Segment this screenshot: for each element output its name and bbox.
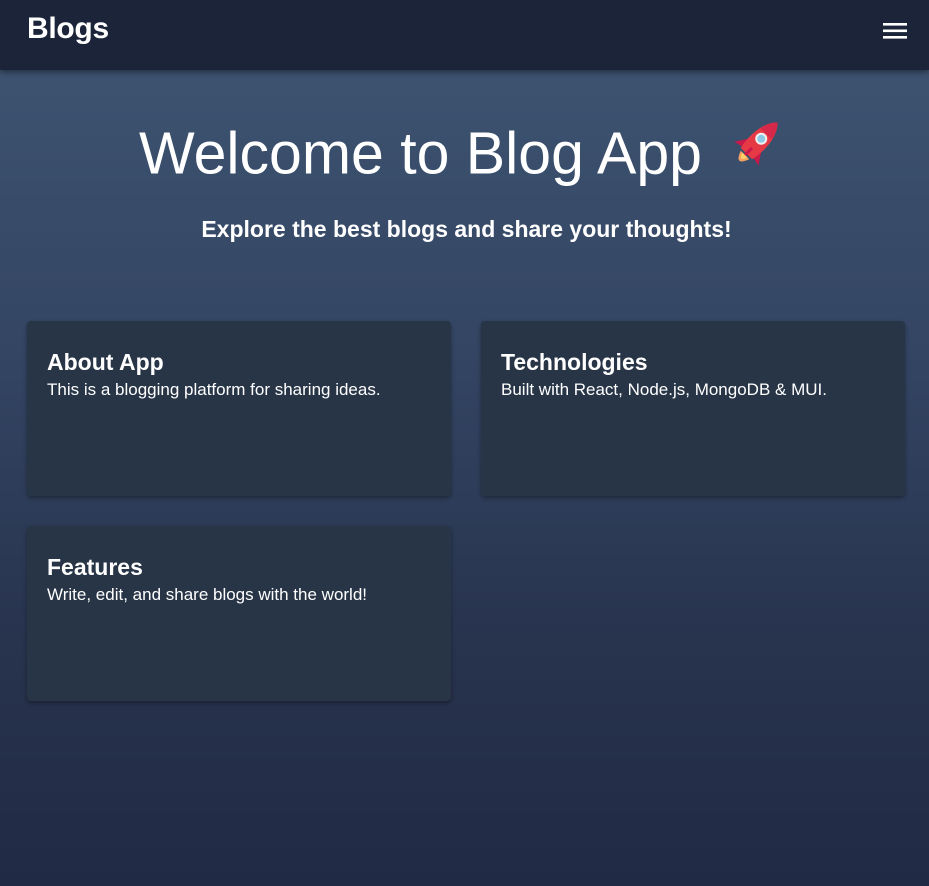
rocket-icon xyxy=(724,110,790,190)
hero-title: Welcome to Blog App xyxy=(0,118,929,198)
menu-button[interactable] xyxy=(876,16,914,46)
card-description: Write, edit, and share blogs with the wo… xyxy=(47,585,368,604)
hero-subtitle: Explore the best blogs and share your th… xyxy=(201,216,732,242)
hamburger-menu-icon xyxy=(883,23,907,39)
card-features: Features Write, edit, and share blogs wi… xyxy=(27,526,451,701)
card-about-app: About App This is a blogging platform fo… xyxy=(27,321,451,496)
card-description: This is a blogging platform for sharing … xyxy=(47,380,381,399)
card-title: Features xyxy=(47,554,143,580)
app-bar: Blogs xyxy=(0,0,929,70)
card-title: About App xyxy=(47,349,164,375)
brand-title[interactable]: Blogs xyxy=(27,12,109,46)
card-technologies: Technologies Built with React, Node.js, … xyxy=(481,321,905,496)
card-title: Technologies xyxy=(501,349,648,375)
hero-title-text: Welcome to Blog App xyxy=(138,120,702,187)
card-description: Built with React, Node.js, MongoDB & MUI… xyxy=(501,380,827,399)
